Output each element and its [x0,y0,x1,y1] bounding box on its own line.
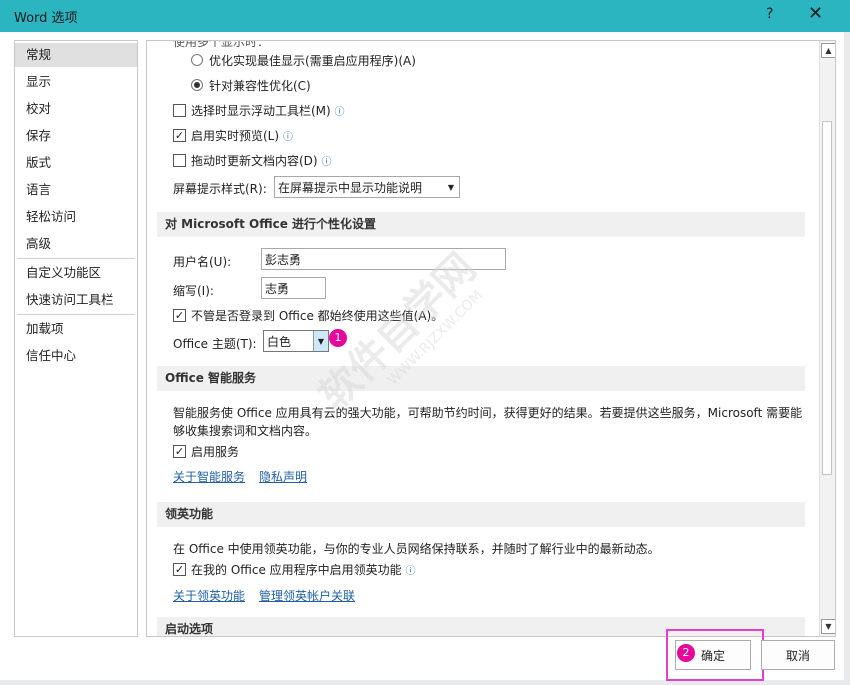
window-edge-right [844,32,850,685]
link-privacy-statement[interactable]: 隐私声明 [259,468,307,485]
chevron-down-icon: ▼ [448,177,454,199]
screentip-label: 屏幕提示样式(R): [173,180,267,197]
screentip-select[interactable]: 在屏幕提示中显示功能说明 ▼ [274,176,460,198]
sidebar-item-layout[interactable]: 版式 [15,151,137,175]
scroll-up-icon[interactable]: ▲ [821,43,836,58]
checkbox-update-drag[interactable] [173,154,186,167]
info-icon: ⓘ [406,566,416,577]
username-input[interactable]: 彭志勇 [261,248,506,270]
section-personalize: 对 Microsoft Office 进行个性化设置 [157,212,805,237]
checkbox-live-preview[interactable]: ✓ [173,129,186,142]
info-icon: ⓘ [335,107,345,118]
info-icon: ⓘ [321,157,331,168]
radio-compat[interactable] [191,79,203,91]
radio-compat-label: 针对兼容性优化(C) [209,77,311,94]
linkedin-enable-label: 在我的 Office 应用程序中启用领英功能 ⓘ [191,561,416,578]
theme-value: 白色 [267,335,291,349]
sidebar-item-general[interactable]: 常规 [15,43,137,67]
sidebar-divider [17,314,135,315]
scroll-down-icon[interactable]: ▼ [821,619,836,634]
live-preview-label: 启用实时预览(L) ⓘ [191,127,293,144]
initials-input[interactable]: 志勇 [261,277,326,299]
theme-select[interactable]: 白色 ▼ [263,330,329,352]
multi-display-label: 使用多个显示时： [173,40,269,50]
sidebar-item-language[interactable]: 语言 [15,178,137,202]
always-use-label: 不管是否登录到 Office 都始终使用这些值(A)。 [191,307,443,324]
sidebar-item-trust-center[interactable]: 信任中心 [15,344,137,368]
help-button[interactable]: ? [766,6,773,22]
sidebar-divider [17,258,135,259]
update-drag-label: 拖动时更新文档内容(D) ⓘ [191,152,331,169]
cancel-button[interactable]: 取消 [761,640,835,670]
sidebar-item-quick-access[interactable]: 快速访问工具栏 [15,288,137,312]
window-title: Word 选项 [14,7,78,26]
username-label: 用户名(U): [173,253,231,270]
enable-services-label: 启用服务 [191,443,239,460]
title-bar: Word 选项 ? ✕ [0,0,850,32]
section-linkedin: 领英功能 [157,502,805,527]
scrollbar-thumb[interactable] [822,121,832,475]
initials-label: 缩写(I): [173,282,214,299]
intel-description-line1: 智能服务使 Office 应用具有云的强大功能，可帮助节约时间，获得更好的结果。… [173,404,802,421]
link-about-linkedin[interactable]: 关于领英功能 [173,587,245,604]
sidebar-item-advanced[interactable]: 高级 [15,232,137,256]
link-about-intelligent-services[interactable]: 关于智能服务 [173,468,245,485]
sidebar-item-accessibility[interactable]: 轻松访问 [15,205,137,229]
section-intelligent-services: Office 智能服务 [157,366,805,391]
checkbox-enable-services[interactable]: ✓ [173,445,186,458]
linkedin-description: 在 Office 中使用领英功能，与你的专业人员网络保持联系，并随时了解行业中的… [173,540,660,557]
theme-label: Office 主题(T): [173,335,257,352]
options-sidebar: 常规 显示 校对 保存 版式 语言 轻松访问 高级 自定义功能区 快速访问工具栏… [14,40,138,637]
vertical-scrollbar[interactable]: ▲ ▼ [819,41,835,636]
sidebar-item-save[interactable]: 保存 [15,124,137,148]
sidebar-item-proofing[interactable]: 校对 [15,97,137,121]
sidebar-item-customize-ribbon[interactable]: 自定义功能区 [15,261,137,285]
link-manage-linkedin[interactable]: 管理领英帐户关联 [259,587,355,604]
annotation-badge-1: 1 [329,329,347,347]
info-icon: ⓘ [283,132,293,143]
intel-description-line2: 够收集搜索词和文档内容。 [173,422,317,439]
checkbox-linkedin[interactable]: ✓ [173,563,186,576]
close-button[interactable]: ✕ [808,3,823,24]
mini-toolbar-label: 选择时显示浮动工具栏(M) ⓘ [191,102,345,119]
sidebar-item-addins[interactable]: 加载项 [15,317,137,341]
annotation-badge-2: 2 [677,644,695,662]
chevron-down-icon[interactable]: ▼ [313,331,328,351]
radio-best-display[interactable] [191,54,203,66]
checkbox-mini-toolbar[interactable] [173,104,186,117]
radio-best-display-label: 优化实现最佳显示(需重启应用程序)(A) [209,52,416,69]
checkbox-always-use[interactable]: ✓ [173,309,186,322]
screentip-value: 在屏幕提示中显示功能说明 [278,181,422,195]
sidebar-item-display[interactable]: 显示 [15,70,137,94]
options-content: 使用多个显示时： 优化实现最佳显示(需重启应用程序)(A) 针对兼容性优化(C)… [146,40,836,637]
